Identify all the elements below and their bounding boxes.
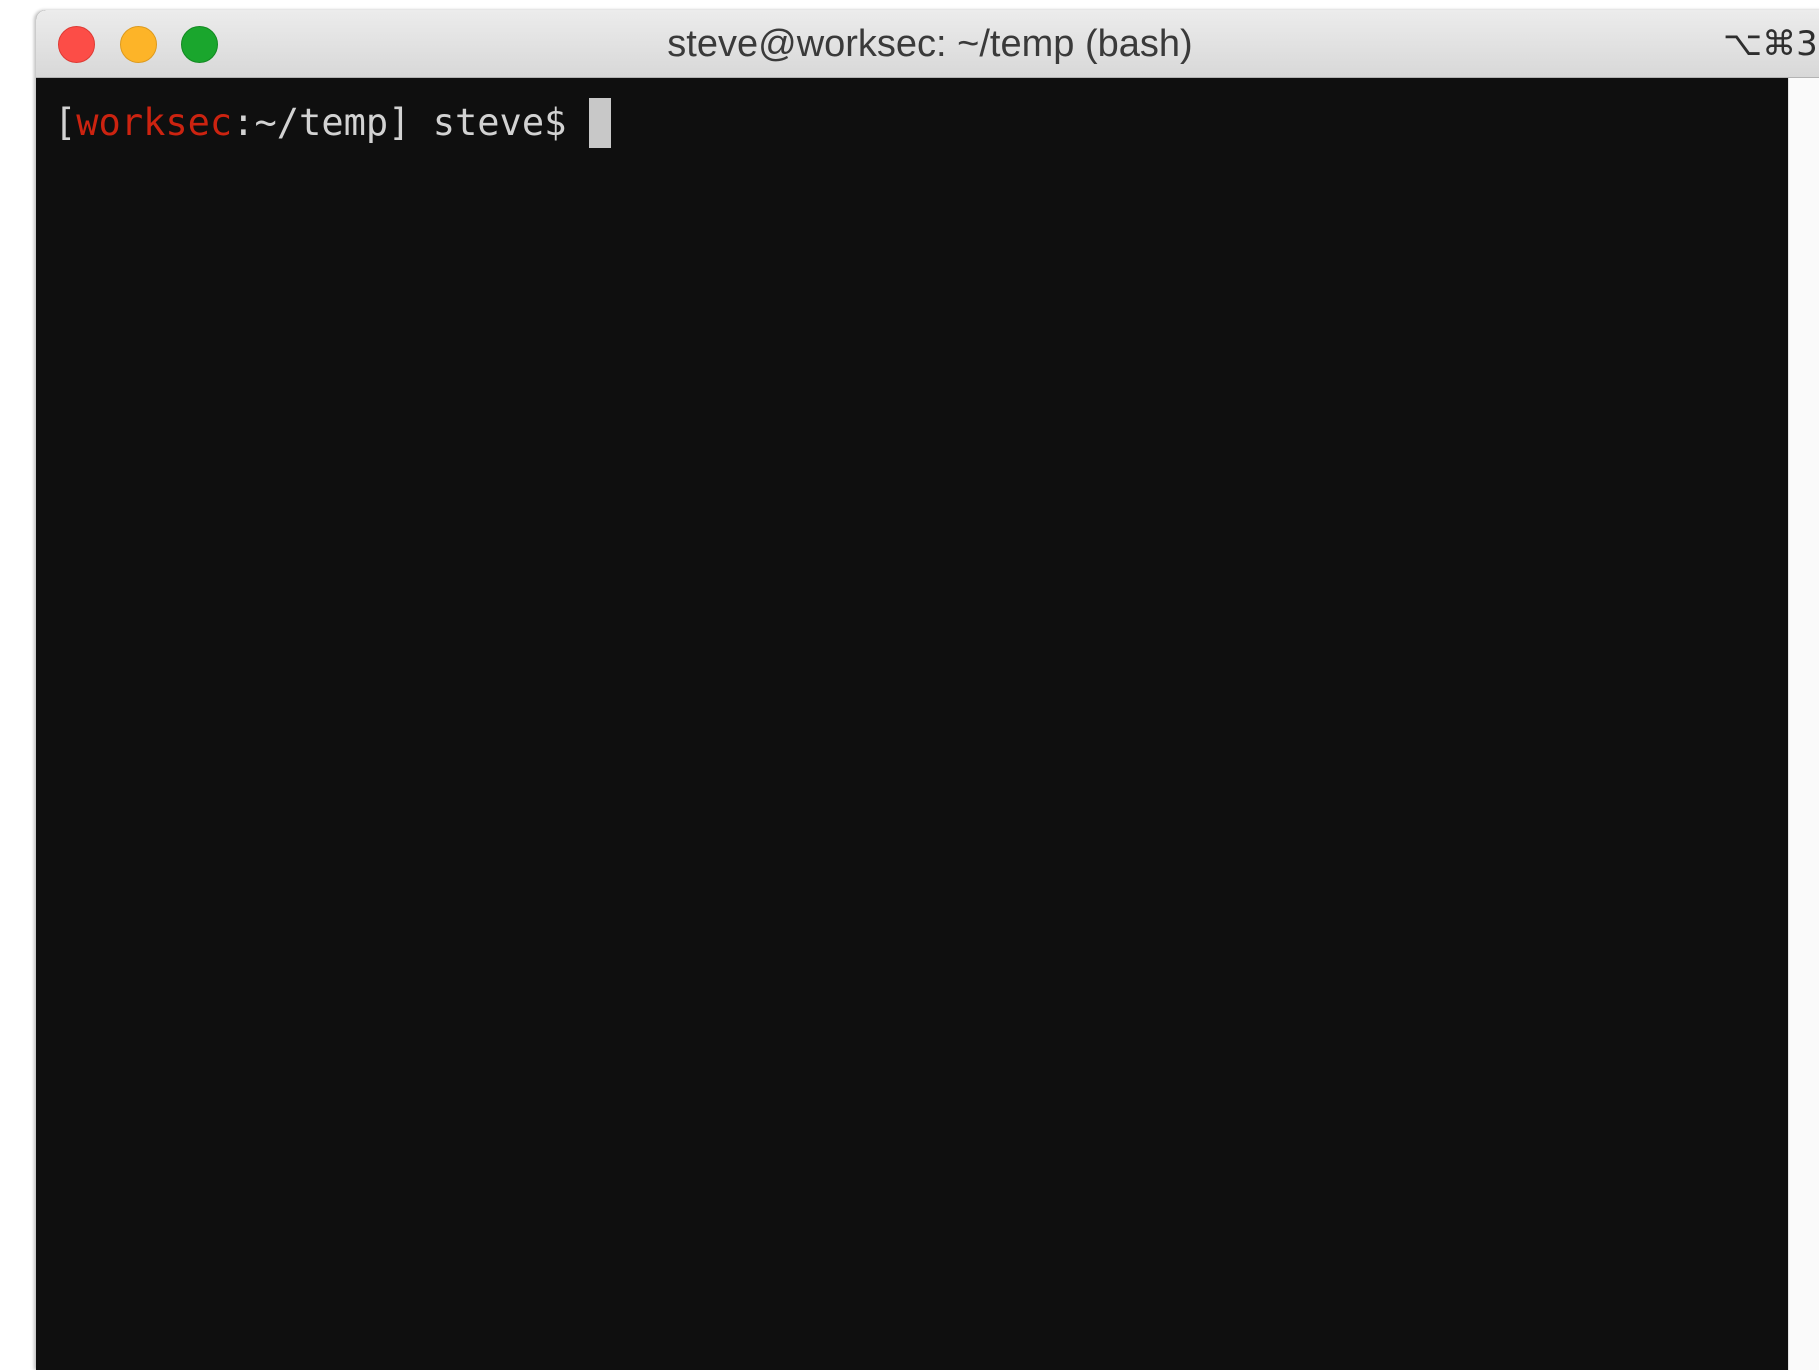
text-cursor [588, 98, 611, 148]
scrollbar-track[interactable] [1788, 78, 1819, 1370]
prompt-line: [worksec:~/temp] steve$ [54, 98, 611, 148]
window-title: steve@worksec: ~/temp (bash) [667, 23, 1193, 65]
window-shortcut-label: ⌥⌘3 [1723, 24, 1818, 64]
prompt-user: steve$ [410, 101, 589, 144]
prompt-path: :~/temp] [232, 101, 411, 144]
terminal-window: steve@worksec: ~/temp (bash) ⌥⌘3 [workse… [36, 10, 1819, 1370]
title-bar[interactable]: steve@worksec: ~/temp (bash) ⌥⌘3 [36, 10, 1819, 78]
prompt-host: worksec [76, 101, 233, 144]
terminal-content[interactable]: [worksec:~/temp] steve$ [36, 78, 1786, 1358]
prompt-open-bracket: [ [54, 101, 77, 144]
